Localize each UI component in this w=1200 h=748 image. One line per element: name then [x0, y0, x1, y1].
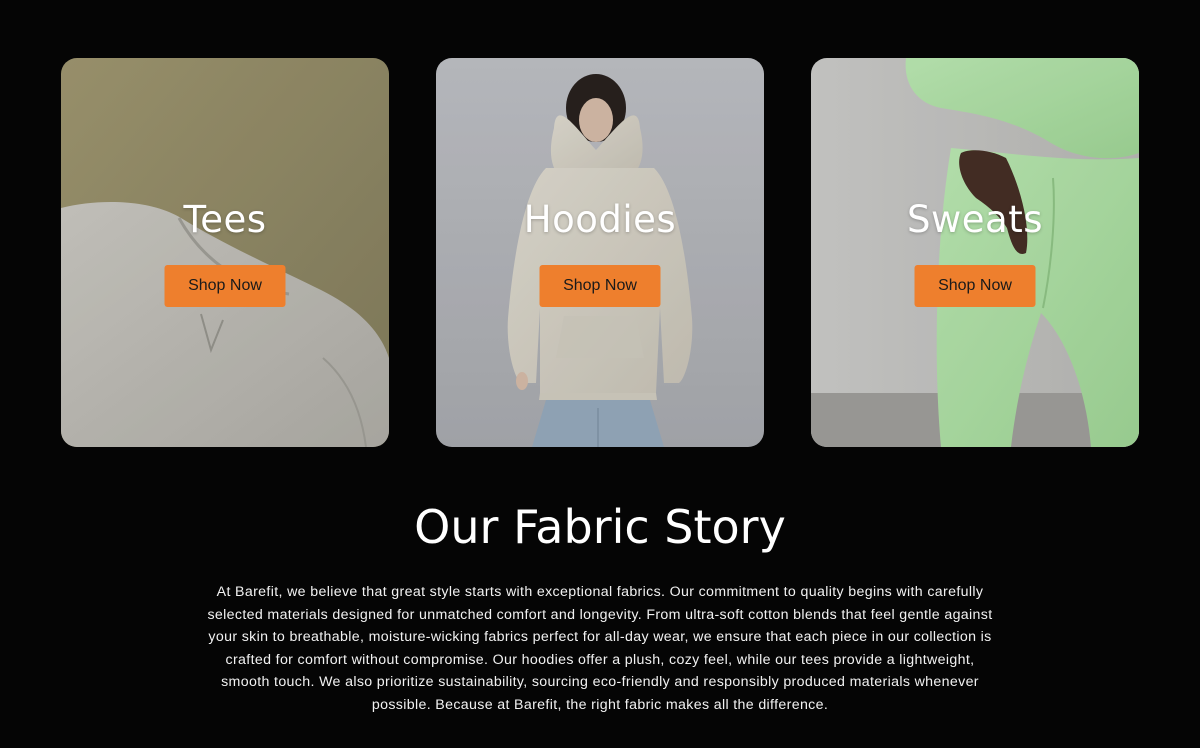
category-card-hoodies[interactable]: Hoodies Shop Now	[436, 58, 764, 447]
card-overlay	[436, 58, 764, 447]
fabric-story-paragraph: At Barefit, we believe that great style …	[207, 584, 993, 713]
shop-now-button-tees[interactable]: Shop Now	[164, 265, 286, 307]
fabric-story-heading: Our Fabric Story	[414, 500, 786, 554]
card-overlay	[61, 58, 389, 447]
card-title: Hoodies	[523, 198, 677, 241]
category-cards: Tees Shop Now Hoodies Shop Now Sweats Sh…	[61, 58, 1139, 447]
category-card-sweats[interactable]: Sweats Shop Now	[811, 58, 1139, 447]
card-overlay	[811, 58, 1139, 447]
shop-now-button-sweats[interactable]: Shop Now	[914, 265, 1036, 307]
shop-now-button-hoodies[interactable]: Shop Now	[539, 265, 661, 307]
card-title: Sweats	[907, 198, 1043, 241]
card-title: Tees	[183, 198, 267, 241]
category-card-tees[interactable]: Tees Shop Now	[61, 58, 389, 447]
